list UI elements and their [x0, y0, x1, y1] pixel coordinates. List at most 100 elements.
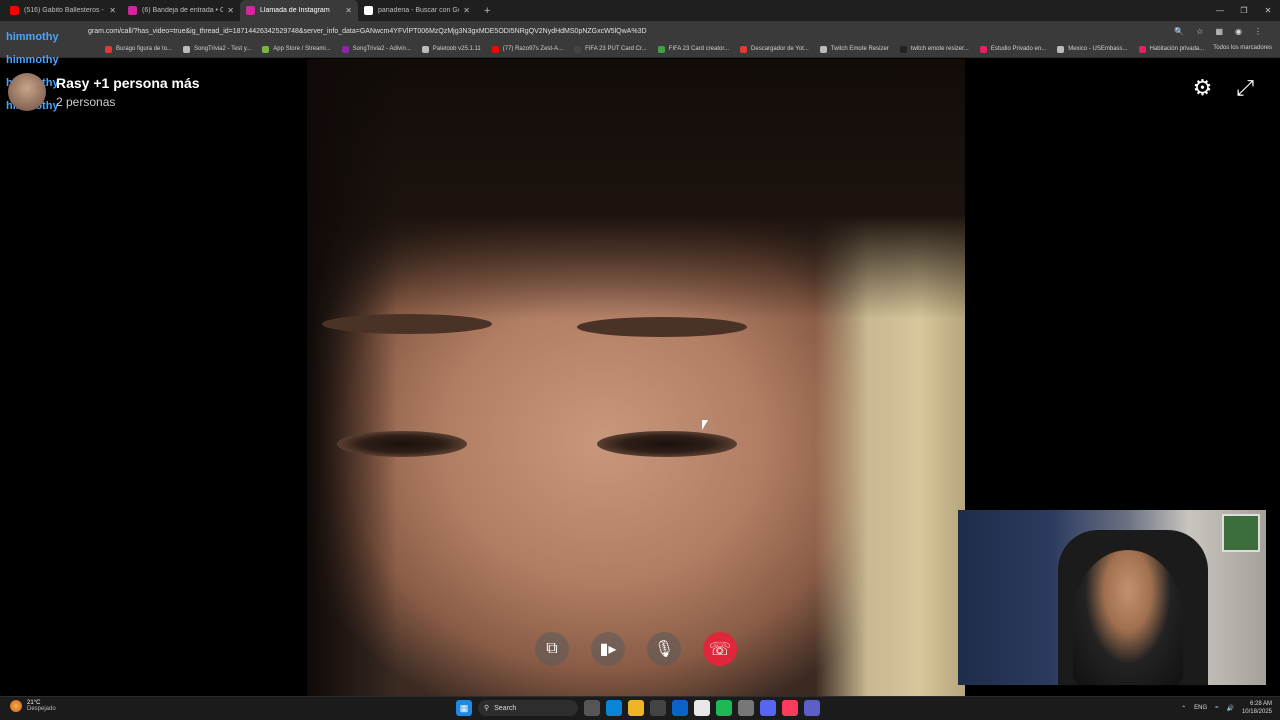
profile-icon[interactable]: ◉	[1235, 27, 1242, 36]
taskbar-search[interactable]: ⚲ Search	[478, 700, 578, 716]
weather-widget[interactable]: 21°C Despejado	[10, 700, 56, 712]
bookmark-item[interactable]: FIFA 23 PUT Card Cr...	[574, 45, 647, 53]
tray-chevron-icon[interactable]: ⌃	[1181, 705, 1186, 712]
file-explorer-icon[interactable]	[628, 700, 644, 716]
tab-title: (6) Bandeja de entrada • Chats	[142, 7, 224, 14]
url-text[interactable]: gram.com/call/?has_video=true&ig_thread_…	[88, 28, 647, 35]
windows-taskbar: 21°C Despejado ▦ ⚲ Search ⌃ ENG ≈ 🔊 6:28 …	[0, 696, 1280, 720]
bookmark-favicon-icon	[491, 45, 499, 53]
tab-close-icon[interactable]: ✕	[463, 6, 470, 15]
bookmark-item[interactable]: Descargador de Yot...	[740, 45, 809, 53]
chrome-icon[interactable]	[694, 700, 710, 716]
bookmark-item[interactable]: Paletoob v25.1.11	[421, 45, 481, 53]
browser-tab-bar: (516) Gabito Ballesteros - Perdi✕(6) Ban…	[0, 0, 1280, 21]
bookmark-item[interactable]: Estudio Privado en...	[979, 45, 1047, 53]
right-brow	[577, 317, 747, 337]
bookmark-item[interactable]: SongTrivia2 - Adivin...	[341, 45, 411, 53]
bookmark-label: SongTrivia2 - Test y...	[194, 46, 252, 52]
menu-icon[interactable]: ⋮	[1254, 27, 1262, 36]
fullscreen-icon[interactable]: ⤢	[1236, 77, 1254, 99]
bookmark-label: Descargador de Yot...	[751, 46, 809, 52]
clock[interactable]: 6:28 AM 10/18/2025	[1242, 700, 1272, 716]
lang-indicator[interactable]: ENG	[1194, 705, 1207, 711]
bookmark-item[interactable]: Burago figura de to...	[105, 45, 172, 53]
call-controls: ⧉ ▮▸ 🎙 ☏	[0, 632, 1280, 668]
bookmark-item[interactable]: App Store / Streami...	[262, 45, 331, 53]
bookmark-item[interactable]: Twitch Emote Resizer	[819, 45, 889, 53]
tab-favicon-icon	[128, 6, 137, 15]
bookmark-favicon-icon	[979, 45, 987, 53]
tab-close-icon[interactable]: ✕	[227, 6, 234, 15]
bookmark-favicon-icon	[105, 45, 112, 53]
tab-favicon-icon	[10, 6, 19, 15]
microphone-button[interactable]: 🎙	[647, 632, 681, 666]
bookmark-favicon-icon	[1138, 45, 1146, 53]
system-tray: ⌃ ENG ≈ 🔊 6:28 AM 10/18/2025	[1181, 700, 1272, 716]
gear-icon[interactable]: ⚙	[1193, 77, 1213, 99]
restore-icon[interactable]: ❐	[1232, 0, 1256, 21]
browser-tab[interactable]: (6) Bandeja de entrada • Chats✕	[122, 0, 240, 21]
bookmark-label: FIFA 23 Card creator...	[668, 46, 730, 52]
left-eye	[337, 431, 467, 457]
hang-up-icon: ☏	[708, 638, 732, 659]
music-icon[interactable]	[782, 700, 798, 716]
wall-poster	[1222, 514, 1260, 552]
hair-side	[307, 59, 397, 696]
bookmark-label: Mexico - USEmbass...	[1068, 46, 1128, 52]
bookmark-favicon-icon	[899, 45, 907, 53]
tab-title: Llamada de Instagram	[260, 7, 330, 14]
sun-icon	[10, 700, 22, 712]
bookmark-star-icon[interactable]: ☆	[1196, 27, 1203, 36]
close-window-icon[interactable]: ✕	[1256, 0, 1280, 21]
camera-button[interactable]: ▮▸	[591, 632, 625, 666]
store-icon[interactable]	[650, 700, 666, 716]
volume-icon[interactable]: 🔊	[1226, 705, 1233, 712]
wifi-icon[interactable]: ≈	[1215, 705, 1218, 711]
bookmark-favicon-icon	[574, 45, 582, 53]
bookmark-favicon-icon	[1057, 45, 1065, 53]
edge-icon[interactable]	[606, 700, 622, 716]
minimize-icon[interactable]: —	[1208, 0, 1232, 21]
bookmark-favicon-icon	[262, 45, 270, 53]
teams-icon[interactable]	[804, 700, 820, 716]
share-screen-button[interactable]: ⧉	[535, 632, 569, 666]
bookmark-label: Estudio Privado en...	[990, 46, 1047, 52]
bookmark-item[interactable]: Mexico - USEmbass...	[1057, 45, 1128, 53]
call-top-actions: ⚙ ⤢	[1193, 77, 1254, 99]
bookmark-item[interactable]: SongTrivia2 - Test y...	[183, 45, 252, 53]
bookmark-item[interactable]: Habitación privada...	[1138, 45, 1205, 53]
end-call-button[interactable]: ☏	[703, 632, 737, 666]
extensions-icon[interactable]: ▦	[1215, 27, 1223, 36]
discord-icon[interactable]	[760, 700, 776, 716]
zoom-icon[interactable]: 🔍	[1174, 27, 1184, 36]
clock-time: 6:28 AM	[1249, 701, 1272, 707]
task-view-icon[interactable]	[584, 700, 600, 716]
caller-avatar	[8, 73, 46, 111]
address-bar[interactable]: gram.com/call/?has_video=true&ig_thread_…	[0, 21, 1280, 41]
obs-icon[interactable]	[738, 700, 754, 716]
new-tab-button[interactable]: +	[484, 5, 490, 17]
bookmark-label: Twitch Emote Resizer	[830, 46, 889, 52]
browser-tab[interactable]: (516) Gabito Ballesteros - Perdi ✕	[4, 0, 122, 21]
browser-tab[interactable]: panaderia - Buscar con Google ✕	[358, 0, 476, 21]
all-bookmarks[interactable]: Todos los marcadores	[1213, 45, 1272, 51]
screen-share-icon: ⧉	[546, 640, 558, 657]
weather-desc: Despejado	[27, 706, 56, 712]
bookmark-favicon-icon	[819, 45, 827, 53]
toolbar-icons: 🔍 ☆ ▦ ◉ ⋮	[1174, 27, 1262, 36]
spotify-icon[interactable]	[716, 700, 732, 716]
bookmark-list: Burago figura de to... SongTrivia2 - Test…	[105, 45, 1215, 53]
participant-count: 2 personas	[56, 95, 116, 109]
tab-favicon-icon	[364, 6, 373, 15]
browser-tab[interactable]: Llamada de Instagram ✕	[240, 0, 358, 21]
bookmark-item[interactable]: twitch emote resizer...	[899, 45, 969, 53]
tab-close-icon[interactable]: ✕	[345, 6, 352, 15]
bookmark-item[interactable]: (77) Razo97s Zest-A...	[491, 45, 563, 53]
bookmark-label: Habitación privada...	[1149, 46, 1205, 52]
outlook-icon[interactable]	[672, 700, 688, 716]
bookmarks-bar: Burago figura de to... SongTrivia2 - Test…	[0, 41, 1280, 58]
bookmark-item[interactable]: FIFA 23 Card creator...	[657, 45, 730, 53]
tab-close-icon[interactable]: ✕	[109, 6, 116, 15]
windows-start-icon[interactable]: ▦	[456, 700, 472, 716]
taskbar-apps: ▦ ⚲ Search	[456, 700, 820, 716]
